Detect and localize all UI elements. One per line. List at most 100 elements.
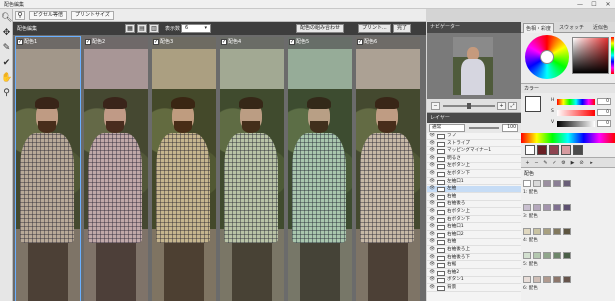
gear-icon[interactable]: ⚙ [559, 158, 568, 168]
photo-checkbox[interactable]: ✓ [17, 38, 23, 45]
saturation-value-picker[interactable] [572, 37, 609, 74]
color-set-swatch[interactable] [563, 252, 571, 259]
layer-row[interactable]: 👁︎ ボタン1 [427, 277, 521, 285]
eye-icon[interactable]: 👁︎ [429, 224, 435, 231]
eye-icon[interactable]: 👁︎ [429, 133, 435, 140]
opacity-slider[interactable] [469, 127, 499, 129]
preview-photo[interactable]: ✓ 配色3 [152, 37, 216, 301]
column-view-icon[interactable]: ▥ [149, 24, 159, 33]
eye-icon[interactable]: 👁︎ [429, 201, 435, 208]
current-color-swatch[interactable] [525, 96, 541, 112]
preview-photo[interactable]: ✓ 配色6 [356, 37, 420, 301]
zoom-tool-icon[interactable]: 🔍︎ [1, 13, 12, 24]
play-icon[interactable]: ▶ [568, 158, 577, 168]
layer-row[interactable]: 👁︎ 右裾 [427, 262, 521, 269]
layer-row[interactable]: 👁︎ 右ボタン下 [427, 217, 521, 224]
color-set-swatch[interactable] [543, 276, 551, 283]
color-set-swatch[interactable] [533, 228, 541, 235]
color-set[interactable]: 6: 配色 [523, 276, 613, 298]
eye-icon[interactable]: 👁︎ [429, 163, 435, 170]
color-set-swatch[interactable] [523, 228, 531, 235]
color-set[interactable]: 3: 配色 [523, 204, 613, 226]
more-icon[interactable]: ▸ [587, 158, 596, 168]
eye-icon[interactable]: 👁︎ [429, 194, 435, 201]
navigator-thumbnail[interactable] [453, 37, 493, 95]
layer-row[interactable]: 👁︎ 右袖口2 [427, 232, 521, 239]
layer-row[interactable]: 👁︎ 左袖口1 [427, 179, 521, 186]
color-set-swatch[interactable] [553, 252, 561, 259]
eye-icon[interactable]: 👁︎ [429, 171, 435, 178]
color-tab[interactable]: スウォッチ [557, 23, 586, 33]
color-tab[interactable]: 色相・彩度 [523, 23, 555, 33]
move-tool-icon[interactable]: ✥ [1, 28, 12, 39]
magnifier-tool-icon[interactable]: ⚲ [1, 88, 12, 99]
eye-icon[interactable]: 👁︎ [429, 156, 435, 163]
layer-row[interactable]: 👁︎ 明るさ [427, 156, 521, 163]
eye-icon[interactable]: 👁︎ [429, 239, 435, 246]
color-set-swatch[interactable] [523, 276, 531, 283]
color-set-swatch[interactable] [533, 276, 541, 283]
layer-row[interactable]: 👁︎ 右袖後ろ [427, 201, 521, 209]
photo-checkbox[interactable]: ✓ [85, 38, 91, 45]
apply-combination-button[interactable]: 配色の組み合わせ [296, 24, 345, 33]
eye-icon[interactable]: 👁︎ [429, 179, 435, 186]
eye-icon[interactable]: 👁︎ [429, 270, 435, 277]
eye-icon[interactable]: 👁︎ [429, 255, 435, 262]
color-set-swatch[interactable] [563, 204, 571, 211]
eye-icon[interactable]: 👁︎ [429, 232, 435, 239]
layer-row[interactable]: 👁︎ 右袖後ろ上 [427, 247, 521, 254]
eye-icon[interactable]: 👁︎ [429, 262, 435, 269]
color-set[interactable]: 1: 配色 [523, 180, 613, 202]
color-set-swatch[interactable] [563, 228, 571, 235]
eye-icon[interactable]: 👁︎ [429, 141, 435, 148]
photo-checkbox[interactable]: ✓ [289, 38, 295, 45]
color-set[interactable]: 5: 配色 [523, 252, 613, 274]
color-set-swatch[interactable] [543, 252, 551, 259]
eye-icon[interactable]: 👁︎ [429, 148, 435, 155]
color-set-swatch[interactable] [533, 204, 541, 211]
eyedropper-tool-icon[interactable]: ✎ [1, 43, 12, 54]
check-tool-icon[interactable]: ✔ [1, 58, 12, 69]
layer-row[interactable]: 👁︎ 右袖2 [427, 270, 521, 277]
layer-row[interactable]: 👁︎ 右袖 [427, 194, 521, 201]
layer-row[interactable]: 👁︎ 右ボタン上 [427, 209, 521, 216]
opacity-field[interactable]: 100 [502, 124, 518, 132]
color-set-swatch[interactable] [553, 180, 561, 187]
preview-photo[interactable]: ✓ 配色1 [15, 36, 81, 301]
zoom-in-icon[interactable]: + [497, 102, 506, 110]
recent-color-swatch[interactable] [561, 145, 571, 155]
eye-icon[interactable]: 👁︎ [429, 285, 435, 292]
eye-icon[interactable]: 👁︎ [429, 217, 435, 224]
color-set-swatch[interactable] [523, 180, 531, 187]
color-tab[interactable]: 近似色 [591, 23, 610, 33]
minimize-button[interactable]: — [573, 0, 587, 9]
hand-tool-icon[interactable]: ✋ [1, 73, 12, 84]
color-set-swatch[interactable] [543, 228, 551, 235]
layer-row[interactable]: 👁︎ 左ボタン下 [427, 171, 521, 178]
layer-row[interactable]: 👁︎ 右袖後ろ下 [427, 255, 521, 262]
hue-value[interactable]: 0 [597, 98, 611, 105]
zoom-slider-handle[interactable] [467, 103, 471, 109]
layer-row[interactable]: 👁︎ ラフ [427, 133, 521, 140]
fit-icon[interactable]: ⤢ [508, 102, 517, 110]
recent-color-swatch[interactable] [537, 145, 547, 155]
layer-row[interactable]: 👁︎ マッピングマイナー1 [427, 148, 521, 155]
hue-bar[interactable] [611, 37, 614, 74]
color-set-swatch[interactable] [533, 252, 541, 259]
eye-icon[interactable]: 👁︎ [429, 247, 435, 254]
photo-checkbox[interactable]: ✓ [221, 38, 227, 45]
value-value[interactable]: 0 [597, 120, 611, 127]
color-set[interactable]: 4: 配色 [523, 228, 613, 250]
blend-mode-select[interactable]: 通常 [429, 124, 465, 132]
recent-color-swatch[interactable] [525, 145, 535, 155]
preview-photo[interactable]: ✓ 配色5 [288, 37, 352, 301]
clear-icon[interactable]: ⊘ [577, 158, 586, 168]
preview-photo[interactable]: ✓ 配色4 [220, 37, 284, 301]
color-set-swatch[interactable] [533, 180, 541, 187]
recent-color-swatch[interactable] [573, 145, 583, 155]
color-set-swatch[interactable] [563, 276, 571, 283]
print-size-button[interactable]: プリントサイズ [71, 11, 114, 20]
zoom-out-icon[interactable]: − [431, 102, 440, 110]
value-slider[interactable] [557, 121, 595, 127]
plus-icon[interactable]: + [523, 158, 532, 168]
